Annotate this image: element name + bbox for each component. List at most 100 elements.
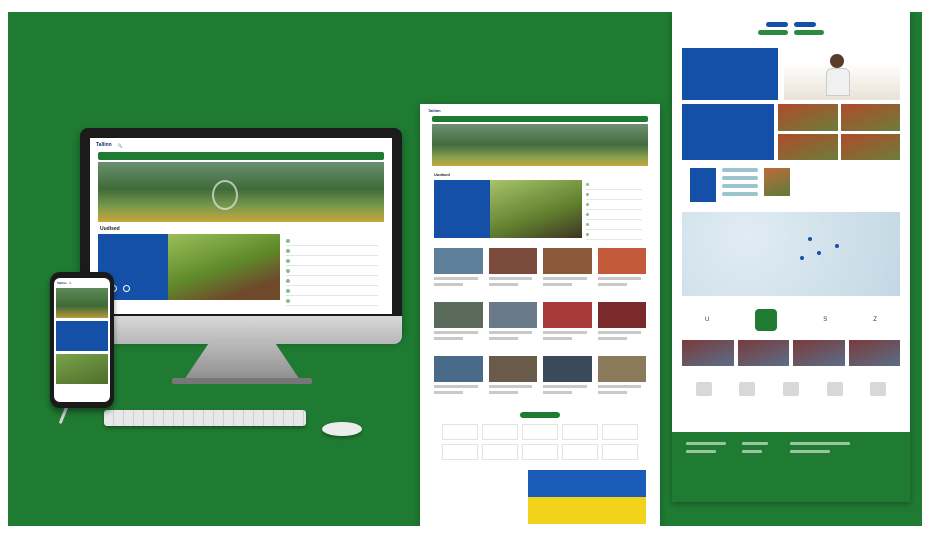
info-tile[interactable] <box>690 168 716 202</box>
news-card[interactable] <box>434 248 483 296</box>
page-feature <box>434 180 646 240</box>
phone-feature-photo <box>56 354 108 384</box>
news-card[interactable] <box>488 302 537 350</box>
service-icon[interactable] <box>602 444 638 460</box>
list-item[interactable] <box>286 266 378 276</box>
intro-block <box>682 48 900 100</box>
list-item[interactable] <box>286 236 378 246</box>
news-card[interactable] <box>543 302 592 350</box>
map-panel[interactable] <box>682 212 900 296</box>
header-buttons-green <box>758 29 824 35</box>
events-row <box>682 340 900 366</box>
service-icon[interactable] <box>602 424 638 440</box>
phone-logo[interactable]: Tallinn <box>57 281 66 285</box>
list-item[interactable] <box>586 180 642 190</box>
feature-list <box>280 234 384 306</box>
page-hero <box>432 124 648 166</box>
event-card[interactable] <box>737 340 789 366</box>
header-button[interactable] <box>766 21 788 27</box>
list-item[interactable] <box>586 230 642 240</box>
feature-block <box>98 234 384 306</box>
keyboard <box>104 410 306 426</box>
news-card[interactable] <box>597 248 646 296</box>
service-icon[interactable] <box>522 444 558 460</box>
search-icon[interactable]: 🔍 <box>118 143 123 148</box>
menu-icon[interactable]: ≡ <box>69 281 71 285</box>
monitor-chin <box>80 316 402 344</box>
news-card[interactable] <box>488 356 537 404</box>
event-card[interactable] <box>682 340 734 366</box>
partner-badge[interactable] <box>870 382 887 396</box>
partner-badge[interactable] <box>695 382 712 396</box>
hero-banner <box>98 162 384 222</box>
showcase-stage: Tallinn 🔍 Uudised Tallinn ≡ Tallinn Uudi… <box>8 12 922 526</box>
site-nav <box>98 152 384 160</box>
smartphone: Tallinn ≡ <box>50 272 114 408</box>
partner-badge[interactable] <box>826 382 843 396</box>
partner-logo[interactable]: S <box>823 317 827 323</box>
news-card[interactable] <box>543 248 592 296</box>
partners-row <box>682 382 900 398</box>
partner-logo[interactable] <box>755 309 778 331</box>
page-feature-panel[interactable] <box>434 180 490 238</box>
highlight-panel[interactable] <box>682 104 774 160</box>
service-icon[interactable] <box>522 424 558 440</box>
news-card[interactable] <box>597 302 646 350</box>
ukraine-support-block <box>434 470 646 524</box>
page-header: Tallinn <box>420 104 660 116</box>
page-feature-photo <box>490 180 582 238</box>
feature-photo <box>168 234 280 300</box>
desktop-screen: Tallinn 🔍 Uudised <box>90 138 392 314</box>
list-item[interactable] <box>286 246 378 256</box>
more-news-button[interactable] <box>520 412 560 418</box>
header-button[interactable] <box>794 29 824 35</box>
list-item[interactable] <box>586 210 642 220</box>
header-buttons <box>766 21 816 27</box>
page-logo[interactable]: Tallinn <box>428 108 441 113</box>
site-logo[interactable]: Tallinn <box>96 142 112 148</box>
news-card[interactable] <box>597 356 646 404</box>
event-card[interactable] <box>848 340 900 366</box>
ukraine-support-text <box>434 470 522 524</box>
service-icon[interactable] <box>442 444 478 460</box>
partner-badge[interactable] <box>739 382 756 396</box>
intro-panel[interactable] <box>682 48 778 100</box>
list-item[interactable] <box>586 200 642 210</box>
services-icons <box>434 424 646 460</box>
phone-hero <box>56 288 108 318</box>
page-feature-list <box>582 180 646 240</box>
info-tiles <box>690 168 892 202</box>
partner-logo[interactable]: Z <box>873 317 877 323</box>
service-icon[interactable] <box>442 424 478 440</box>
portrait-illustration <box>784 48 900 100</box>
list-item[interactable] <box>286 276 378 286</box>
header-button[interactable] <box>758 29 788 35</box>
info-links <box>722 168 758 200</box>
news-card[interactable] <box>543 356 592 404</box>
service-icon[interactable] <box>562 424 598 440</box>
site-header: Tallinn 🔍 <box>90 138 392 152</box>
header-button[interactable] <box>794 21 816 27</box>
mouse <box>322 422 362 436</box>
phone-screen: Tallinn ≡ <box>54 278 110 402</box>
list-item[interactable] <box>586 220 642 230</box>
news-grid <box>434 248 646 404</box>
highlight-images <box>778 104 900 160</box>
list-item[interactable] <box>286 286 378 296</box>
service-icon[interactable] <box>482 424 518 440</box>
phone-feature-panel[interactable] <box>56 321 108 351</box>
news-card[interactable] <box>434 356 483 404</box>
monitor-stand <box>184 342 300 380</box>
list-item[interactable] <box>286 296 378 306</box>
service-icon[interactable] <box>482 444 518 460</box>
partner-badge[interactable] <box>782 382 799 396</box>
list-item[interactable] <box>586 190 642 200</box>
event-card[interactable] <box>793 340 845 366</box>
service-icon[interactable] <box>562 444 598 460</box>
page-preview-main: Tallinn Uudised <box>420 104 660 526</box>
news-card[interactable] <box>434 302 483 350</box>
site-footer <box>672 432 910 502</box>
list-item[interactable] <box>286 256 378 266</box>
partner-logo[interactable]: U <box>705 317 709 323</box>
news-card[interactable] <box>488 248 537 296</box>
